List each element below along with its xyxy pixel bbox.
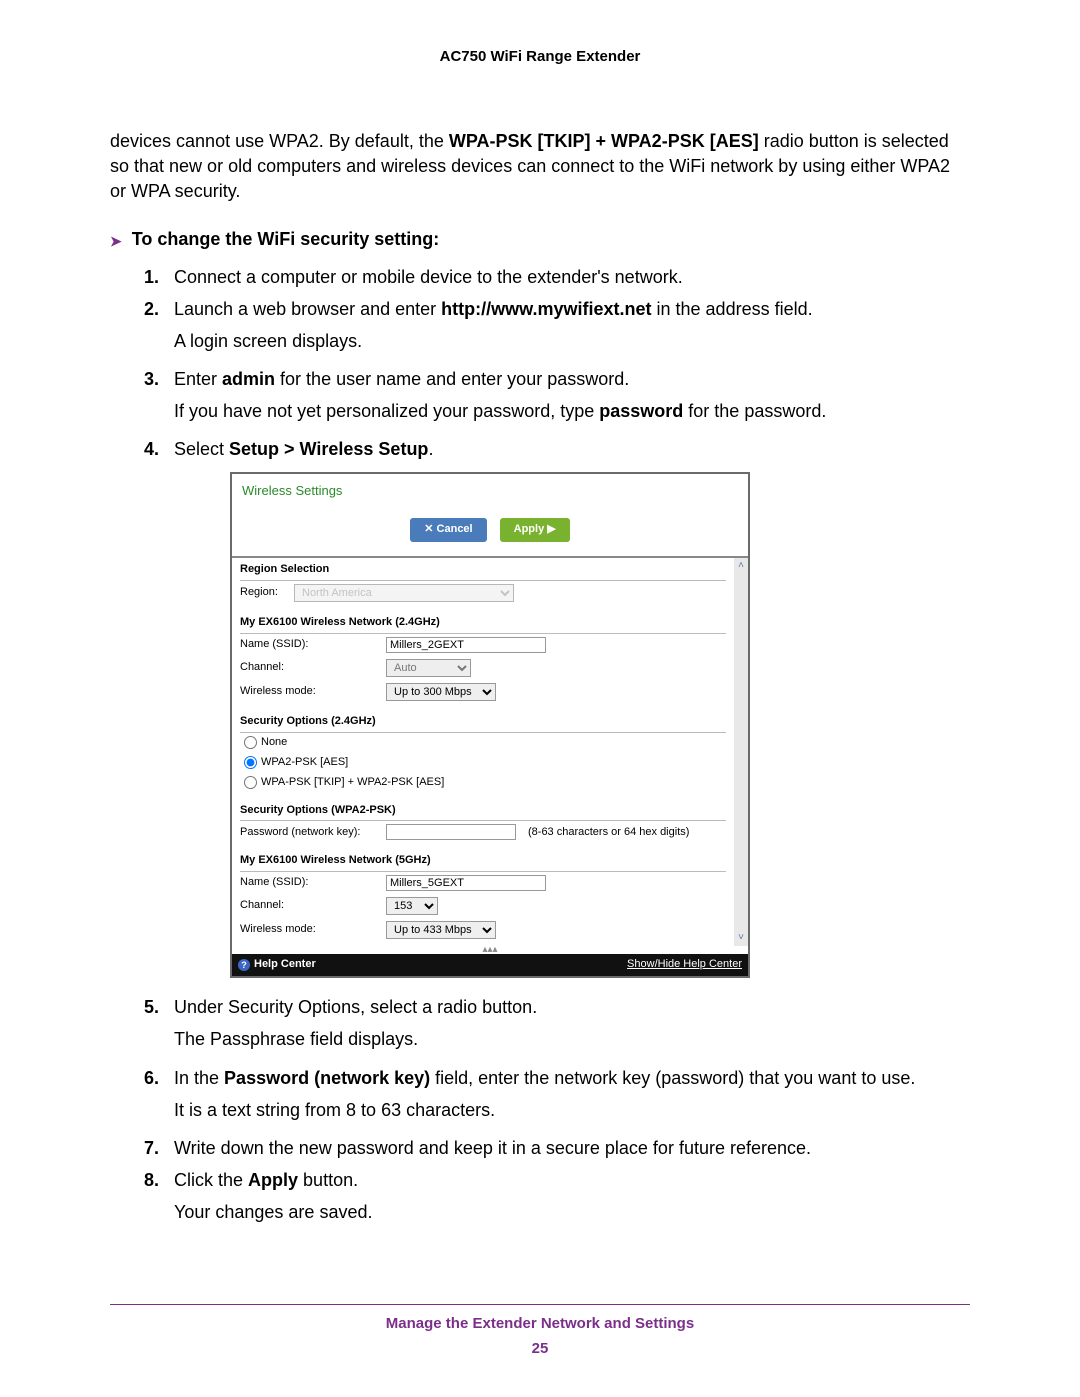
panel-title: Wireless Settings xyxy=(232,474,748,513)
step-bold: Apply xyxy=(248,1170,298,1190)
step-number: 7. xyxy=(144,1135,166,1161)
security-24-heading: Security Options (2.4GHz) xyxy=(240,714,726,733)
region-select[interactable]: North America xyxy=(294,584,514,602)
cancel-button[interactable]: ✕ Cancel xyxy=(410,518,486,542)
step-text: Click the xyxy=(174,1170,248,1190)
step-text: for the user name and enter your passwor… xyxy=(275,369,629,389)
step-text: field, enter the network key (password) … xyxy=(430,1068,915,1088)
question-icon: ? xyxy=(238,959,250,971)
step-subtext: A login screen displays. xyxy=(174,328,970,354)
step-4: 4. Select Setup > Wireless Setup. Wirele… xyxy=(144,436,970,988)
region-selection-heading: Region Selection xyxy=(240,562,726,581)
step-3: 3. Enter admin for the user name and ent… xyxy=(144,366,970,430)
step-text: Write down the new password and keep it … xyxy=(174,1135,970,1161)
region-label: Region: xyxy=(240,585,288,601)
step-number: 3. xyxy=(144,366,166,430)
password-input[interactable] xyxy=(386,824,516,840)
show-hide-help-link[interactable]: Show/Hide Help Center xyxy=(627,957,742,973)
mode-label: Wireless mode: xyxy=(240,684,380,700)
step-number: 8. xyxy=(144,1167,166,1231)
step-5: 5. Under Security Options, select a radi… xyxy=(144,994,970,1058)
ssid-label: Name (SSID): xyxy=(240,637,380,653)
page-footer: Manage the Extender Network and Settings… xyxy=(110,1304,970,1357)
security-mixed-radio[interactable] xyxy=(244,776,257,789)
radio-label: None xyxy=(261,735,287,751)
step-subtext: Your changes are saved. xyxy=(174,1199,970,1225)
mode-label: Wireless mode: xyxy=(240,922,380,938)
ssid-label: Name (SSID): xyxy=(240,875,380,891)
radio-label: WPA2-PSK [AES] xyxy=(261,755,348,771)
mode-5-select[interactable]: Up to 433 Mbps xyxy=(386,921,496,939)
step-text: in the address field. xyxy=(652,299,813,319)
step-2: 2. Launch a web browser and enter http:/… xyxy=(144,296,970,360)
step-6: 6. In the Password (network key) field, … xyxy=(144,1065,970,1129)
ssid-5-input[interactable] xyxy=(386,875,546,891)
doc-header: AC750 WiFi Range Extender xyxy=(110,48,970,65)
step-bold: Setup > Wireless Setup xyxy=(229,439,428,459)
channel-24-select[interactable]: Auto xyxy=(386,659,471,677)
step-number: 2. xyxy=(144,296,166,360)
step-number: 1. xyxy=(144,264,166,290)
intro-bold: WPA-PSK [TKIP] + WPA2-PSK [AES] xyxy=(449,131,759,151)
intro-paragraph: devices cannot use WPA2. By default, the… xyxy=(110,129,970,205)
step-7: 7. Write down the new password and keep … xyxy=(144,1135,970,1161)
help-center-link[interactable]: ? Help Center xyxy=(238,957,316,973)
channel-5-select[interactable]: 153 xyxy=(386,897,438,915)
step-bold: Password (network key) xyxy=(224,1068,430,1088)
step-text: In the xyxy=(174,1068,224,1088)
step-text: Connect a computer or mobile device to t… xyxy=(174,264,970,290)
security-wpa2-radio[interactable] xyxy=(244,756,257,769)
step-text: Enter xyxy=(174,369,222,389)
step-subtext: for the password. xyxy=(683,401,826,421)
password-label: Password (network key): xyxy=(240,825,380,841)
step-text: Launch a web browser and enter xyxy=(174,299,441,319)
security-none-radio[interactable] xyxy=(244,736,257,749)
ssid-24-input[interactable] xyxy=(386,637,546,653)
step-1: 1. Connect a computer or mobile device t… xyxy=(144,264,970,290)
step-bold: admin xyxy=(222,369,275,389)
network-24-heading: My EX6100 Wireless Network (2.4GHz) xyxy=(240,615,726,634)
heading-text: To change the WiFi security setting: xyxy=(132,229,440,250)
intro-prefix: devices cannot use WPA2. By default, the xyxy=(110,131,449,151)
scroll-down-icon[interactable]: ˅ xyxy=(738,931,744,946)
password-hint: (8-63 characters or 64 hex digits) xyxy=(528,825,689,841)
step-text: . xyxy=(428,439,433,459)
step-text: Select xyxy=(174,439,229,459)
step-number: 6. xyxy=(144,1065,166,1129)
step-bold: password xyxy=(599,401,683,421)
step-number: 4. xyxy=(144,436,166,988)
footer-chapter: Manage the Extender Network and Settings xyxy=(110,1315,970,1332)
scroll-up-icon[interactable]: ˄ xyxy=(738,559,744,574)
network-5-heading: My EX6100 Wireless Network (5GHz) xyxy=(240,853,726,872)
channel-label: Channel: xyxy=(240,898,380,914)
security-wpa2psk-heading: Security Options (WPA2-PSK) xyxy=(240,803,726,822)
step-text: button. xyxy=(298,1170,358,1190)
step-subtext: If you have not yet personalized your pa… xyxy=(174,401,599,421)
help-center-text: Help Center xyxy=(254,957,316,973)
step-subtext: It is a text string from 8 to 63 charact… xyxy=(174,1097,970,1123)
step-subtext: The Passphrase field displays. xyxy=(174,1026,970,1052)
procedure-heading: ➤ To change the WiFi security setting: xyxy=(110,229,970,250)
step-bold: http://www.mywifiext.net xyxy=(441,299,651,319)
apply-button[interactable]: Apply ▶ xyxy=(500,518,570,542)
channel-label: Channel: xyxy=(240,660,380,676)
arrow-right-icon: ➤ xyxy=(110,233,122,250)
wireless-settings-screenshot: Wireless Settings ✕ Cancel Apply ▶ Regio… xyxy=(230,472,750,978)
step-number: 5. xyxy=(144,994,166,1058)
mode-24-select[interactable]: Up to 300 Mbps xyxy=(386,683,496,701)
step-text: Under Security Options, select a radio b… xyxy=(174,997,537,1017)
radio-label: WPA-PSK [TKIP] + WPA2-PSK [AES] xyxy=(261,775,444,791)
step-8: 8. Click the Apply button. Your changes … xyxy=(144,1167,970,1231)
footer-page-number: 25 xyxy=(110,1340,970,1357)
resize-handle-icon: ▴▴▴ xyxy=(232,946,748,954)
scrollbar[interactable]: ˄ ˅ xyxy=(734,556,748,947)
